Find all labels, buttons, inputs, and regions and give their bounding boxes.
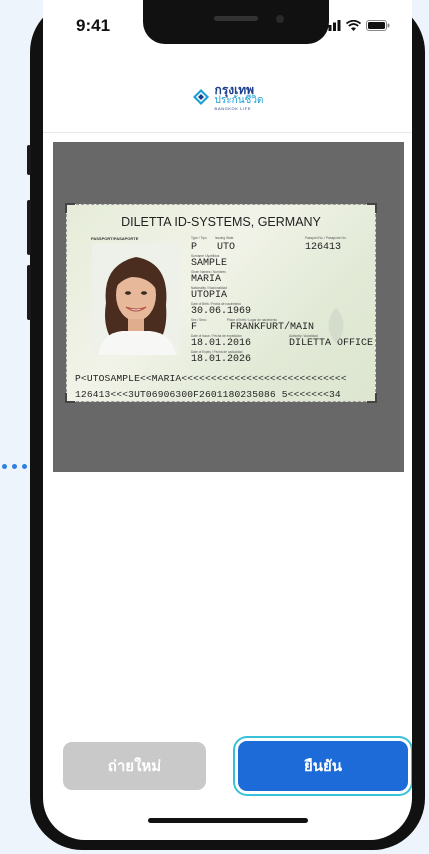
sex-value: F bbox=[191, 322, 198, 333]
camera-notch bbox=[143, 0, 329, 44]
phone-side-button bbox=[27, 145, 31, 175]
speaker-grille bbox=[214, 16, 258, 21]
phone-volume-up bbox=[27, 200, 31, 255]
app-header: กรุงเทพ ประกันชีวิต BANGKOK LIFE bbox=[43, 62, 412, 133]
phone-volume-down bbox=[27, 265, 31, 320]
type-label: Type / Tipo bbox=[191, 236, 207, 240]
given-value: MARIA bbox=[191, 274, 222, 285]
phone-frame: 9:41 กรุงเทพ ประกันชีวิต BANGKOK LIFE DI… bbox=[27, 0, 425, 850]
home-indicator bbox=[148, 818, 308, 823]
logo-line-3: BANGKOK LIFE bbox=[214, 105, 252, 111]
retake-button[interactable]: ถ่ายใหม่ bbox=[63, 742, 206, 790]
place-of-birth-value: FRANKFURT/MAIN bbox=[230, 322, 315, 333]
logo-line-1: กรุงเทพ bbox=[214, 82, 255, 97]
surname-value: SAMPLE bbox=[191, 258, 228, 269]
dob-value: 30.06.1969 bbox=[191, 306, 252, 317]
passport-number-value: 126413 bbox=[305, 242, 342, 253]
nationality-value: UTOPIA bbox=[191, 290, 228, 301]
wifi-icon bbox=[346, 20, 361, 31]
camera-preview: DILETTA ID-SYSTEMS, GERMANY PASSPORT/PAS… bbox=[53, 142, 404, 472]
issue-date-value: 18.01.2016 bbox=[191, 338, 252, 349]
mrz-line-1: P<UTOSAMPLE<<MARIA<<<<<<<<<<<<<<<<<<<<<<… bbox=[75, 373, 347, 384]
hologram-icon bbox=[328, 307, 344, 343]
front-camera bbox=[276, 15, 284, 23]
expiry-date-value: 18.01.2026 bbox=[191, 354, 252, 365]
portrait-image bbox=[92, 243, 180, 355]
signal-icon bbox=[324, 20, 341, 31]
passport-no-label: Passport No. / Pasaporte No. bbox=[305, 236, 347, 240]
bangkok-life-logo-icon bbox=[192, 89, 209, 105]
battery-icon bbox=[366, 20, 390, 31]
status-time: 9:41 bbox=[76, 16, 111, 35]
issuing-state-value: UTO bbox=[217, 242, 236, 253]
logo-line-2: ประกันชีวิต bbox=[214, 94, 264, 106]
passport-photo bbox=[92, 243, 180, 355]
phone-screen: 9:41 กรุงเทพ ประกันชีวิต BANGKOK LIFE DI… bbox=[43, 0, 412, 840]
confirm-button[interactable]: ยืนยัน bbox=[238, 741, 408, 791]
issuing-label: Issuing State bbox=[215, 236, 234, 240]
system-icons bbox=[324, 20, 390, 31]
doc-label: PASSPORT/PASAPORTE bbox=[91, 236, 139, 241]
status-bar: 9:41 bbox=[43, 0, 412, 62]
retake-button-label: ถ่ายใหม่ bbox=[107, 757, 162, 775]
confirm-button-label: ยืนยัน bbox=[303, 757, 343, 775]
type-value: P bbox=[191, 242, 198, 253]
passport-image: DILETTA ID-SYSTEMS, GERMANY PASSPORT/PAS… bbox=[65, 203, 377, 403]
mrz-line-2: 126413<<<3UT06906300F2601180235086 5<<<<… bbox=[75, 389, 341, 400]
brand-logo: กรุงเทพ ประกันชีวิต BANGKOK LIFE bbox=[192, 82, 264, 111]
passport-title: DILETTA ID-SYSTEMS, GERMANY bbox=[121, 215, 321, 229]
